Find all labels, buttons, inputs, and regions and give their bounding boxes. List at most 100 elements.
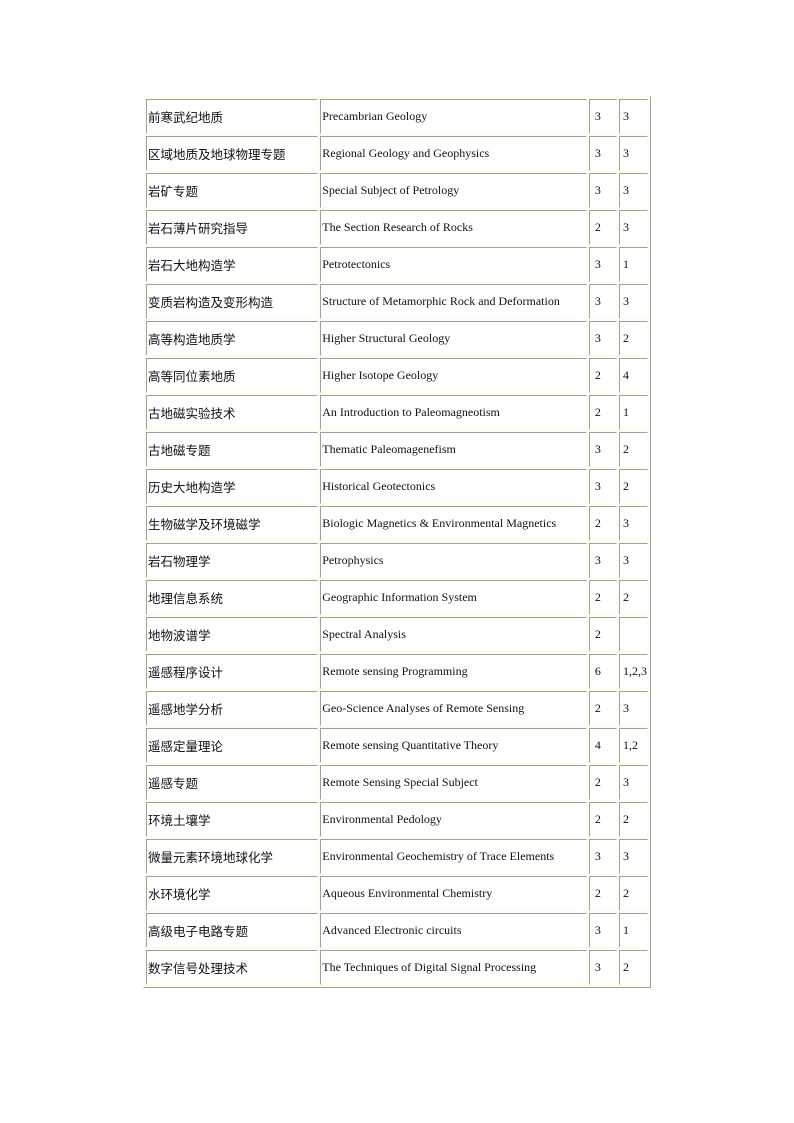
table-row: 历史大地构造学 Historical Geotectonics 3 2 xyxy=(146,469,648,504)
course-credits: 2 xyxy=(588,506,617,541)
course-credits: 2 xyxy=(588,580,617,615)
course-semester: 2 xyxy=(619,802,648,837)
course-name-zh: 高等构造地质学 xyxy=(146,321,319,356)
course-semester: 2 xyxy=(619,469,648,504)
course-credits: 3 xyxy=(588,913,617,948)
course-semester: 2 xyxy=(619,876,648,911)
course-credits: 3 xyxy=(588,321,617,356)
table-row: 区域地质及地球物理专题 Regional Geology and Geophysi… xyxy=(146,136,648,171)
table-row: 微量元素环境地球化学 Environmental Geochemistry of … xyxy=(146,839,648,874)
table-row: 高等同位素地质 Higher Isotope Geology 2 4 xyxy=(146,358,648,393)
course-credits: 2 xyxy=(588,802,617,837)
course-credits: 3 xyxy=(588,136,617,171)
course-name-zh: 岩石大地构造学 xyxy=(146,247,319,282)
table-row: 岩石大地构造学 Petrotectonics 3 1 xyxy=(146,247,648,282)
course-name-en: The Techniques of Digital Signal Process… xyxy=(320,950,587,985)
course-table-grid: 前寒武纪地质 Precambrian Geology 3 3 区域地质及地球物理专题 Re… xyxy=(144,97,650,987)
course-name-en: The Section Research of Rocks xyxy=(320,210,587,245)
course-name-zh: 地物波谱学 xyxy=(146,617,319,652)
course-name-zh: 古地磁专题 xyxy=(146,432,319,467)
course-name-zh: 区域地质及地球物理专题 xyxy=(146,136,319,171)
course-name-zh: 数字信号处理技术 xyxy=(146,950,319,985)
course-credits: 2 xyxy=(588,210,617,245)
course-semester: 2 xyxy=(619,321,648,356)
table-row: 岩矿专题 Special Subject of Petrology 3 3 xyxy=(146,173,648,208)
course-semester: 1 xyxy=(619,395,648,430)
course-table: 前寒武纪地质 Precambrian Geology 3 3 区域地质及地球物理专题 Re… xyxy=(143,96,651,988)
course-name-en: Spectral Analysis xyxy=(320,617,587,652)
course-semester: 1,2 xyxy=(619,728,648,763)
course-name-zh: 岩石薄片研究指导 xyxy=(146,210,319,245)
course-credits: 2 xyxy=(588,395,617,430)
course-name-zh: 遥感定量理论 xyxy=(146,728,319,763)
table-row: 生物磁学及环境磁学 Biologic Magnetics & Environmen… xyxy=(146,506,648,541)
course-name-en: Thematic Paleomagenefism xyxy=(320,432,587,467)
course-name-en: Higher Isotope Geology xyxy=(320,358,587,393)
course-table-body: 前寒武纪地质 Precambrian Geology 3 3 区域地质及地球物理专题 Re… xyxy=(146,99,648,985)
table-row: 变质岩构造及变形构造 Structure of Metamorphic Rock … xyxy=(146,284,648,319)
course-name-zh: 变质岩构造及变形构造 xyxy=(146,284,319,319)
course-semester: 1 xyxy=(619,247,648,282)
table-row: 高等构造地质学 Higher Structural Geology 3 2 xyxy=(146,321,648,356)
course-name-en: Higher Structural Geology xyxy=(320,321,587,356)
course-name-en: Environmental Pedology xyxy=(320,802,587,837)
course-name-en: Environmental Geochemistry of Trace Elem… xyxy=(320,839,587,874)
course-name-zh: 微量元素环境地球化学 xyxy=(146,839,319,874)
table-row: 地理信息系统 Geographic Information System 2 2 xyxy=(146,580,648,615)
course-name-zh: 生物磁学及环境磁学 xyxy=(146,506,319,541)
course-semester: 3 xyxy=(619,210,648,245)
course-name-en: Petrophysics xyxy=(320,543,587,578)
course-credits: 2 xyxy=(588,358,617,393)
table-row: 遥感定量理论 Remote sensing Quantitative Theory… xyxy=(146,728,648,763)
course-name-zh: 岩石物理学 xyxy=(146,543,319,578)
course-semester xyxy=(619,617,648,652)
course-name-en: Historical Geotectonics xyxy=(320,469,587,504)
course-name-zh: 古地磁实验技术 xyxy=(146,395,319,430)
course-name-en: Precambrian Geology xyxy=(320,99,587,134)
course-semester: 3 xyxy=(619,284,648,319)
table-row: 遥感专题 Remote Sensing Special Subject 2 3 xyxy=(146,765,648,800)
table-row: 遥感地学分析 Geo-Science Analyses of Remote Sen… xyxy=(146,691,648,726)
course-semester: 2 xyxy=(619,580,648,615)
course-credits: 3 xyxy=(588,247,617,282)
course-name-en: Remote Sensing Special Subject xyxy=(320,765,587,800)
course-name-en: Regional Geology and Geophysics xyxy=(320,136,587,171)
course-name-en: Remote sensing Programming xyxy=(320,654,587,689)
course-name-zh: 遥感专题 xyxy=(146,765,319,800)
course-semester: 1 xyxy=(619,913,648,948)
course-name-zh: 遥感地学分析 xyxy=(146,691,319,726)
course-name-en: Geo-Science Analyses of Remote Sensing xyxy=(320,691,587,726)
course-semester: 3 xyxy=(619,173,648,208)
table-row: 岩石薄片研究指导 The Section Research of Rocks 2 3 xyxy=(146,210,648,245)
course-name-zh: 地理信息系统 xyxy=(146,580,319,615)
table-row: 前寒武纪地质 Precambrian Geology 3 3 xyxy=(146,99,648,134)
course-semester: 1,2,3 xyxy=(619,654,648,689)
course-credits: 2 xyxy=(588,691,617,726)
course-credits: 3 xyxy=(588,432,617,467)
course-name-en: Geographic Information System xyxy=(320,580,587,615)
course-name-en: Structure of Metamorphic Rock and Deform… xyxy=(320,284,587,319)
course-semester: 3 xyxy=(619,691,648,726)
course-semester: 3 xyxy=(619,136,648,171)
course-credits: 4 xyxy=(588,728,617,763)
table-row: 环境土壤学 Environmental Pedology 2 2 xyxy=(146,802,648,837)
course-semester: 3 xyxy=(619,765,648,800)
course-name-zh: 水环境化学 xyxy=(146,876,319,911)
course-name-zh: 高等同位素地质 xyxy=(146,358,319,393)
course-credits: 2 xyxy=(588,765,617,800)
course-credits: 6 xyxy=(588,654,617,689)
course-credits: 3 xyxy=(588,839,617,874)
course-name-en: Biologic Magnetics & Environmental Magne… xyxy=(320,506,587,541)
course-credits: 3 xyxy=(588,950,617,985)
course-name-zh: 前寒武纪地质 xyxy=(146,99,319,134)
course-credits: 2 xyxy=(588,876,617,911)
course-name-en: Petrotectonics xyxy=(320,247,587,282)
course-name-en: Special Subject of Petrology xyxy=(320,173,587,208)
course-semester: 2 xyxy=(619,432,648,467)
table-row: 岩石物理学 Petrophysics 3 3 xyxy=(146,543,648,578)
course-name-zh: 岩矿专题 xyxy=(146,173,319,208)
course-semester: 3 xyxy=(619,99,648,134)
course-semester: 3 xyxy=(619,506,648,541)
course-credits: 2 xyxy=(588,617,617,652)
course-credits: 3 xyxy=(588,543,617,578)
